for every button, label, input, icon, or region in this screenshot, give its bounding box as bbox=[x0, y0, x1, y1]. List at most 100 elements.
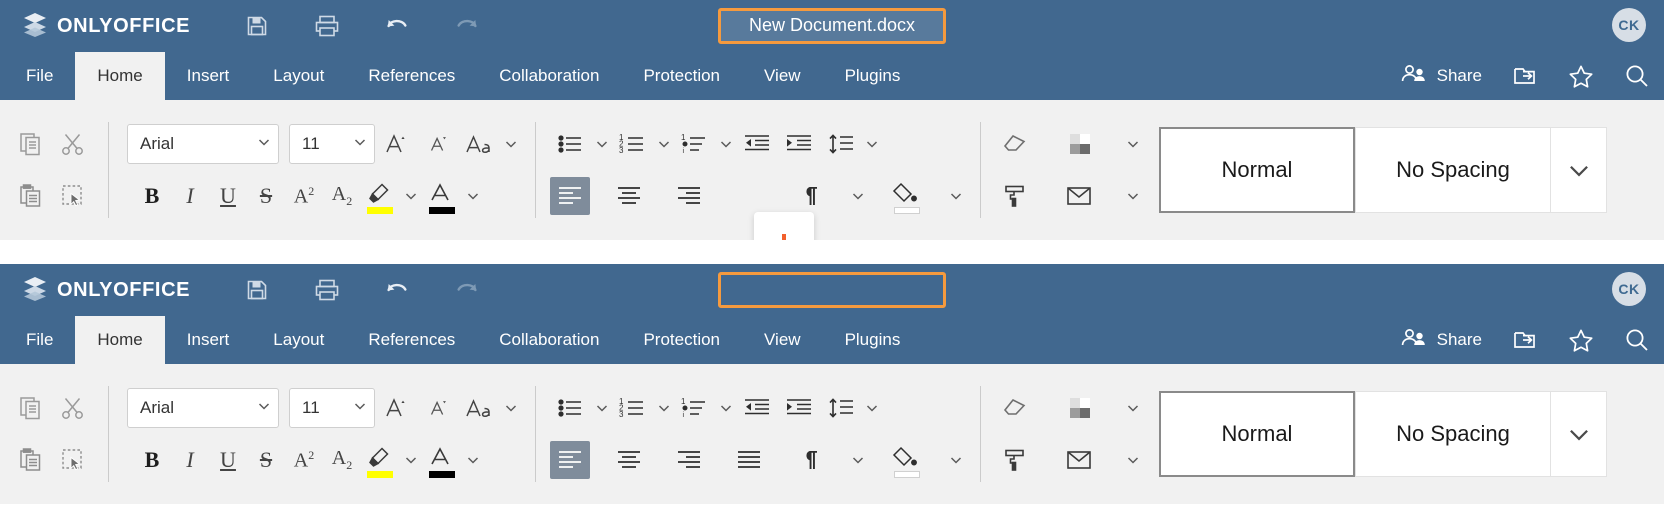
tab-view[interactable]: View bbox=[742, 316, 823, 364]
document-title-highlight-box-empty[interactable] bbox=[718, 272, 946, 308]
chevron-down-icon[interactable] bbox=[592, 123, 612, 165]
open-location-icon[interactable] bbox=[1512, 63, 1538, 89]
line-spacing-icon[interactable] bbox=[820, 387, 862, 429]
italic-icon[interactable]: I bbox=[173, 175, 207, 217]
favorite-star-icon[interactable] bbox=[1568, 327, 1594, 353]
font-size-input[interactable]: 11 bbox=[289, 388, 375, 428]
tab-references[interactable]: References bbox=[346, 52, 477, 100]
font-size-input[interactable]: 11 bbox=[289, 124, 375, 164]
superscript-icon[interactable]: A2 bbox=[287, 175, 321, 217]
tab-plugins[interactable]: Plugins bbox=[823, 316, 923, 364]
bold-icon[interactable]: B bbox=[135, 175, 169, 217]
align-center-icon[interactable] bbox=[608, 175, 650, 217]
align-left-icon[interactable] bbox=[550, 177, 590, 215]
increase-indent-icon[interactable] bbox=[778, 123, 820, 165]
align-justify-icon[interactable] bbox=[728, 439, 770, 481]
superscript-icon[interactable]: A2 bbox=[287, 439, 321, 481]
cut-icon[interactable] bbox=[52, 387, 94, 429]
bold-icon[interactable]: B bbox=[135, 439, 169, 481]
multilevel-list-icon[interactable]: 1 i bbox=[674, 387, 716, 429]
underline-icon[interactable]: U bbox=[211, 175, 245, 217]
increase-font-size-icon[interactable] bbox=[375, 123, 417, 165]
strikethrough-icon[interactable]: S bbox=[249, 175, 283, 217]
chevron-down-icon[interactable] bbox=[352, 398, 368, 419]
chevron-down-icon[interactable] bbox=[654, 123, 674, 165]
highlight-color-icon[interactable] bbox=[363, 439, 397, 481]
highlight-color-icon[interactable] bbox=[363, 175, 397, 217]
chevron-down-icon[interactable] bbox=[716, 123, 736, 165]
style-normal[interactable]: Normal bbox=[1159, 391, 1355, 477]
favorite-star-icon[interactable] bbox=[1568, 63, 1594, 89]
select-all-icon[interactable] bbox=[52, 175, 94, 217]
select-all-icon[interactable] bbox=[52, 439, 94, 481]
chevron-down-icon[interactable] bbox=[463, 175, 483, 217]
tab-collaboration[interactable]: Collaboration bbox=[477, 52, 621, 100]
chevron-down-icon[interactable] bbox=[946, 175, 966, 217]
font-name-input[interactable]: Arial bbox=[127, 124, 279, 164]
bullet-list-icon[interactable] bbox=[550, 387, 592, 429]
subscript-icon[interactable]: A2 bbox=[325, 175, 359, 217]
tab-file[interactable]: File bbox=[4, 316, 75, 364]
table-borders-icon[interactable] bbox=[1059, 387, 1101, 429]
align-center-icon[interactable] bbox=[608, 439, 650, 481]
expand-styles-icon[interactable] bbox=[1551, 127, 1607, 213]
undo-icon[interactable] bbox=[384, 13, 410, 39]
tab-insert[interactable]: Insert bbox=[165, 52, 252, 100]
style-no-spacing[interactable]: No Spacing bbox=[1355, 127, 1551, 213]
clear-formatting-icon[interactable] bbox=[995, 123, 1037, 165]
increase-indent-icon[interactable] bbox=[778, 387, 820, 429]
show-formatting-marks-icon[interactable] bbox=[788, 175, 830, 217]
chevron-down-icon[interactable] bbox=[401, 175, 421, 217]
clear-formatting-icon[interactable] bbox=[995, 387, 1037, 429]
tab-layout[interactable]: Layout bbox=[251, 52, 346, 100]
chevron-down-icon[interactable] bbox=[1123, 175, 1143, 217]
document-title-highlight-box[interactable]: New Document.docx bbox=[718, 8, 946, 44]
avatar[interactable]: CK bbox=[1612, 272, 1646, 306]
chevron-down-icon[interactable] bbox=[592, 387, 612, 429]
chevron-down-icon[interactable] bbox=[501, 387, 521, 429]
paste-icon[interactable] bbox=[10, 439, 52, 481]
redo-icon[interactable] bbox=[454, 13, 480, 39]
mail-merge-icon[interactable] bbox=[1059, 175, 1101, 217]
italic-icon[interactable]: I bbox=[173, 439, 207, 481]
share-button[interactable]: Share bbox=[1401, 328, 1482, 353]
bullet-list-icon[interactable] bbox=[550, 123, 592, 165]
style-no-spacing[interactable]: No Spacing bbox=[1355, 391, 1551, 477]
chevron-down-icon[interactable] bbox=[256, 134, 272, 155]
chevron-down-icon[interactable] bbox=[1123, 439, 1143, 481]
shading-color-icon[interactable] bbox=[886, 175, 928, 217]
tab-home[interactable]: Home bbox=[75, 316, 165, 364]
chevron-down-icon[interactable] bbox=[1123, 387, 1143, 429]
chevron-down-icon[interactable] bbox=[946, 439, 966, 481]
tab-view[interactable]: View bbox=[742, 52, 823, 100]
tab-plugins[interactable]: Plugins bbox=[823, 52, 923, 100]
increase-font-size-icon[interactable] bbox=[375, 387, 417, 429]
underline-icon[interactable]: U bbox=[211, 439, 245, 481]
undo-icon[interactable] bbox=[384, 277, 410, 303]
format-painter-icon[interactable] bbox=[995, 439, 1037, 481]
mail-merge-icon[interactable] bbox=[1059, 439, 1101, 481]
show-formatting-marks-icon[interactable] bbox=[788, 439, 830, 481]
expand-styles-icon[interactable] bbox=[1551, 391, 1607, 477]
table-borders-icon[interactable] bbox=[1059, 123, 1101, 165]
align-right-icon[interactable] bbox=[668, 439, 710, 481]
decrease-indent-icon[interactable] bbox=[736, 387, 778, 429]
chevron-down-icon[interactable] bbox=[256, 398, 272, 419]
chevron-down-icon[interactable] bbox=[352, 134, 368, 155]
redo-icon[interactable] bbox=[454, 277, 480, 303]
tab-collaboration[interactable]: Collaboration bbox=[477, 316, 621, 364]
change-case-icon[interactable] bbox=[459, 123, 501, 165]
change-case-icon[interactable] bbox=[459, 387, 501, 429]
chevron-down-icon[interactable] bbox=[1123, 123, 1143, 165]
numbered-list-icon[interactable]: 1 2 3 bbox=[612, 123, 654, 165]
paste-icon[interactable] bbox=[10, 175, 52, 217]
chevron-down-icon[interactable] bbox=[862, 387, 882, 429]
search-icon[interactable] bbox=[1624, 327, 1650, 353]
font-color-icon[interactable] bbox=[425, 439, 459, 481]
decrease-font-size-icon[interactable] bbox=[417, 123, 459, 165]
tab-file[interactable]: File bbox=[4, 52, 75, 100]
numbered-list-icon[interactable]: 1 2 3 bbox=[612, 387, 654, 429]
line-spacing-icon[interactable] bbox=[820, 123, 862, 165]
strikethrough-icon[interactable]: S bbox=[249, 439, 283, 481]
chevron-down-icon[interactable] bbox=[848, 439, 868, 481]
